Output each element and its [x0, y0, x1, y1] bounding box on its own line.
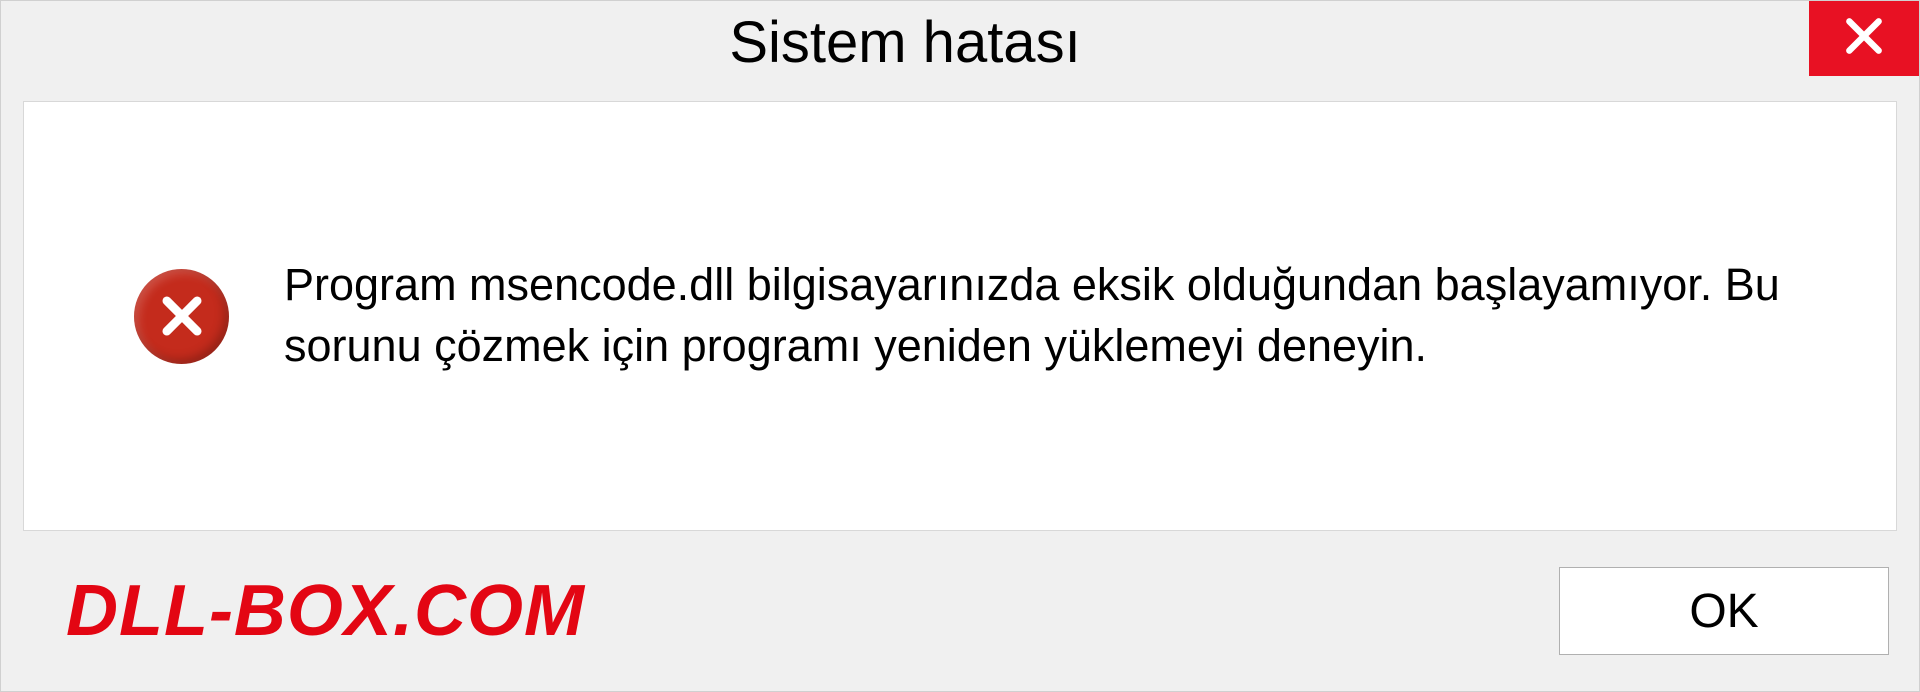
error-message: Program msencode.dll bilgisayarınızda ek… — [284, 255, 1816, 377]
titlebar: Sistem hatası — [1, 1, 1919, 91]
close-icon — [1842, 14, 1886, 63]
close-button[interactable] — [1809, 1, 1919, 76]
dialog-footer: DLL-BOX.COM OK — [1, 551, 1919, 691]
error-icon — [134, 269, 229, 364]
content-panel: Program msencode.dll bilgisayarınızda ek… — [23, 101, 1897, 531]
error-dialog: Sistem hatası Program msencode.dll bilgi… — [0, 0, 1920, 692]
dialog-title: Sistem hatası — [1, 1, 1809, 76]
watermark-text: DLL-BOX.COM — [66, 570, 585, 652]
ok-button[interactable]: OK — [1559, 567, 1889, 655]
